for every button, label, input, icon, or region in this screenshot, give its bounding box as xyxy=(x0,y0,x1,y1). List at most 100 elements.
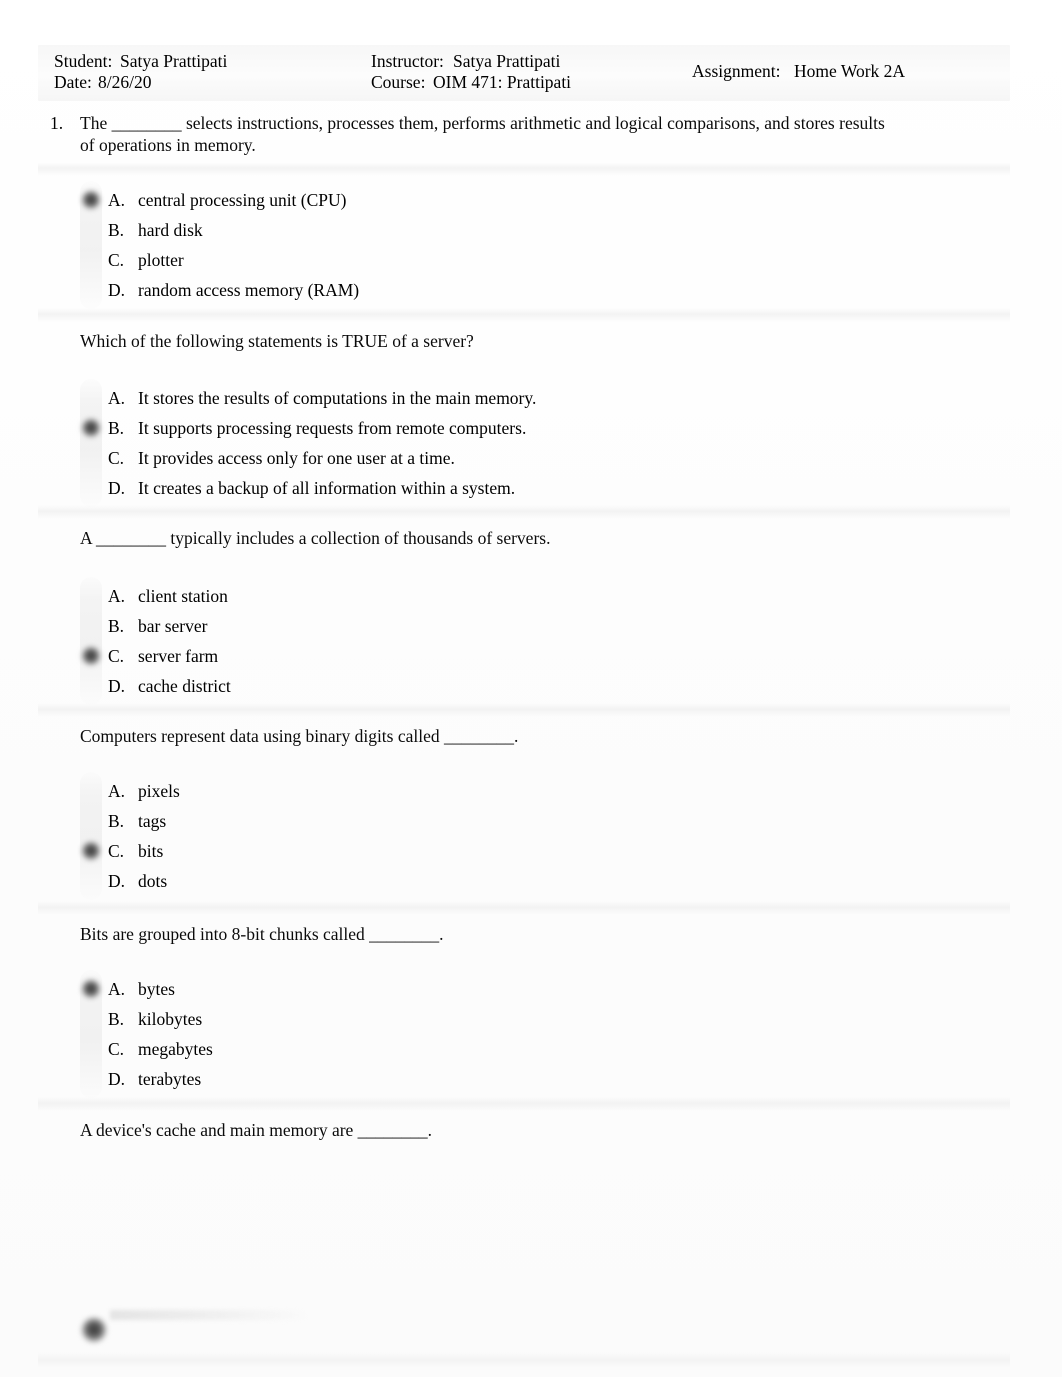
question-separator-band xyxy=(38,162,1010,176)
option-text: plotter xyxy=(138,250,184,270)
question-separator-band xyxy=(38,308,1010,322)
option-row[interactable]: C. bits xyxy=(80,836,180,866)
option-letter: A. xyxy=(108,388,126,408)
selected-answer-dot-icon xyxy=(82,647,100,665)
option-radio-button[interactable] xyxy=(80,1064,108,1094)
option-radio-button[interactable] xyxy=(80,275,108,305)
footer-redaction-dot-icon xyxy=(82,1318,106,1342)
question-text: A ________ typically includes a collecti… xyxy=(80,528,551,548)
option-row[interactable]: D. random access memory (RAM) xyxy=(80,275,359,305)
option-row[interactable]: B. tags xyxy=(80,806,180,836)
option-radio-button[interactable] xyxy=(80,215,108,245)
option-row[interactable]: A. bytes xyxy=(80,974,213,1004)
option-letter: A. xyxy=(108,979,126,999)
option-row[interactable]: A. central processing unit (CPU) xyxy=(80,185,359,215)
option-text: server farm xyxy=(138,646,219,666)
option-radio-button[interactable] xyxy=(80,776,108,806)
option-row[interactable]: A. client station xyxy=(80,581,231,611)
option-row[interactable]: D. terabytes xyxy=(80,1064,213,1094)
option-row[interactable]: B. bar server xyxy=(80,611,231,641)
option-text: cache district xyxy=(138,676,231,696)
question-text: A device's cache and main memory are ___… xyxy=(80,1120,433,1140)
option-radio-button[interactable] xyxy=(80,383,108,413)
option-list: A. central processing unit (CPU) B. hard di… xyxy=(80,185,359,305)
assignment-sheet: Student: Satya Prattipati Date: 8/26/20 In… xyxy=(0,0,1062,1377)
option-row[interactable]: D. cache district xyxy=(80,671,231,701)
option-text: bar server xyxy=(138,616,208,636)
option-text: central processing unit (CPU) xyxy=(138,190,347,210)
student-value: Satya Prattipati xyxy=(120,51,228,71)
option-text: It creates a backup of all information w… xyxy=(138,478,516,498)
footer-band xyxy=(38,1352,1010,1368)
option-radio-button[interactable] xyxy=(80,443,108,473)
option-letter: D. xyxy=(108,280,126,300)
header-student-column: Student: Satya Prattipati Date: 8/26/20 xyxy=(54,51,227,93)
option-row[interactable]: C. server farm xyxy=(80,641,231,671)
header-assignment-column: Assignment: Home Work 2A xyxy=(692,61,905,82)
option-text: It stores the results of computations in… xyxy=(138,388,537,408)
option-letter: B. xyxy=(108,811,125,831)
option-radio-button[interactable] xyxy=(80,473,108,503)
date-label: Date: xyxy=(54,72,92,92)
option-row[interactable]: D. It creates a backup of all information… xyxy=(80,473,536,503)
option-row[interactable]: B. kilobytes xyxy=(80,1004,213,1034)
option-radio-button[interactable] xyxy=(80,974,108,1004)
course-label: Course: xyxy=(371,72,426,92)
option-radio-button[interactable] xyxy=(80,1034,108,1064)
option-text: It supports processing requests from rem… xyxy=(138,418,527,438)
option-list: A. It stores the results of computations … xyxy=(80,383,536,503)
assignment-label: Assignment: xyxy=(692,61,781,81)
option-letter: B. xyxy=(108,1009,125,1029)
option-letter: A. xyxy=(108,781,126,801)
option-radio-button[interactable] xyxy=(80,413,108,443)
option-row[interactable]: C. megabytes xyxy=(80,1034,213,1064)
question-text: Which of the following statements is TRU… xyxy=(80,331,474,351)
header-course-column: Instructor: Satya Prattipati Course: OIM 4… xyxy=(371,51,571,93)
option-row[interactable]: B. hard disk xyxy=(80,215,359,245)
option-row[interactable]: B. It supports processing requests from r… xyxy=(80,413,536,443)
footer-faint-text xyxy=(110,1310,310,1320)
option-radio-button[interactable] xyxy=(80,866,108,896)
option-row[interactable]: C. It provides access only for one user a… xyxy=(80,443,536,473)
option-radio-button[interactable] xyxy=(80,245,108,275)
option-radio-button[interactable] xyxy=(80,581,108,611)
course-value: OIM 471: Prattipati xyxy=(433,72,572,92)
option-text: client station xyxy=(138,586,228,606)
option-row[interactable]: A. It stores the results of computations … xyxy=(80,383,536,413)
option-letter: B. xyxy=(108,616,125,636)
option-letter: C. xyxy=(108,250,125,270)
option-letter: D. xyxy=(108,676,126,696)
option-letter: A. xyxy=(108,190,126,210)
selected-answer-dot-icon xyxy=(82,980,100,998)
option-radio-button[interactable] xyxy=(80,1004,108,1034)
option-text: It provides access only for one user at … xyxy=(138,448,455,468)
question-number: 1. xyxy=(50,113,64,133)
option-radio-button[interactable] xyxy=(80,185,108,215)
option-radio-button[interactable] xyxy=(80,806,108,836)
option-text: megabytes xyxy=(138,1039,213,1059)
option-letter: C. xyxy=(108,1039,125,1059)
option-row[interactable]: D. dots xyxy=(80,866,180,896)
question-separator-band xyxy=(38,1097,1010,1111)
option-text: pixels xyxy=(138,781,180,801)
question-text: The ________ selects instructions, proce… xyxy=(80,113,885,155)
option-radio-button[interactable] xyxy=(80,671,108,701)
option-letter: C. xyxy=(108,448,125,468)
option-row[interactable]: A. pixels xyxy=(80,776,180,806)
option-radio-button[interactable] xyxy=(80,836,108,866)
option-letter: C. xyxy=(108,646,125,666)
option-text: kilobytes xyxy=(138,1009,203,1029)
option-list: A. client station B. bar server C. server far… xyxy=(80,581,231,701)
selected-answer-dot-icon xyxy=(82,191,100,209)
assignment-header: Student: Satya Prattipati Date: 8/26/20 In… xyxy=(38,45,1010,101)
option-letter: B. xyxy=(108,220,125,240)
option-row[interactable]: C. plotter xyxy=(80,245,359,275)
option-radio-button[interactable] xyxy=(80,641,108,671)
option-text: bits xyxy=(138,841,164,861)
option-letter: B. xyxy=(108,418,125,438)
header-assignment-row: Assignment: Home Work 2A xyxy=(692,61,905,82)
student-label: Student: xyxy=(54,51,113,71)
option-radio-button[interactable] xyxy=(80,611,108,641)
option-text: terabytes xyxy=(138,1069,202,1089)
question-separator-band xyxy=(38,505,1010,519)
